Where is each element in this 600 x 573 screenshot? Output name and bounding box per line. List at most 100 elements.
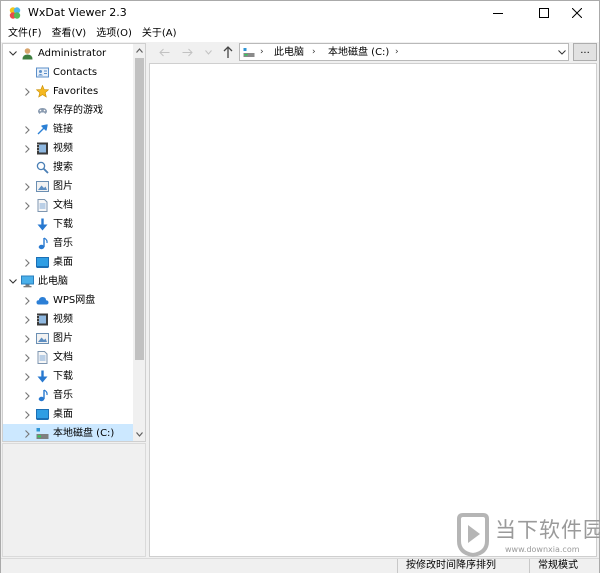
address-bar[interactable]: › 此电脑 › 本地磁盘 (C:) › [239, 43, 569, 61]
menu-about[interactable]: 关于(A) [140, 25, 179, 42]
file-list[interactable] [149, 63, 597, 557]
breadcrumb-local-disk[interactable]: 本地磁盘 (C:) [328, 46, 389, 59]
tree-item-label: 下载 [53, 219, 73, 230]
minimize-button[interactable] [476, 1, 520, 25]
tree-item[interactable]: Contacts [3, 63, 133, 82]
tree-item[interactable]: 本地磁盘 (C:) [3, 424, 133, 441]
back-button[interactable] [156, 44, 172, 60]
tree-item-label: 保存的游戏 [53, 105, 103, 116]
tree-item-label: 图片 [53, 181, 73, 192]
contacts-icon [36, 67, 49, 78]
tree-item[interactable]: Favorites [3, 82, 133, 101]
chevron-right-icon[interactable] [23, 410, 32, 419]
watermark-url: www.downxia.com [505, 545, 580, 554]
close-button[interactable] [555, 1, 599, 25]
tree-item[interactable]: 保存的游戏 [3, 101, 133, 120]
chevron-right-icon[interactable] [23, 125, 32, 134]
chevron-right-icon[interactable] [23, 258, 32, 267]
tree-item[interactable]: 此电脑 [3, 272, 133, 291]
tree-item-label: 链接 [53, 124, 73, 135]
scroll-down-button[interactable] [133, 428, 145, 441]
menu-view[interactable]: 查看(V) [50, 25, 89, 42]
chevron-down-icon [136, 432, 143, 437]
tree-scrollbar[interactable] [133, 44, 145, 441]
tree-item[interactable]: 图片 [3, 177, 133, 196]
chevron-right-icon[interactable] [23, 144, 32, 153]
scroll-thumb[interactable] [135, 58, 144, 360]
chevron-right-icon[interactable] [23, 353, 32, 362]
tree-item[interactable]: WPS网盘 [3, 291, 133, 310]
tree-item[interactable]: 文档 [3, 348, 133, 367]
recent-locations-button[interactable] [200, 44, 216, 60]
tree-item-label: 图片 [53, 333, 73, 344]
tree-item[interactable]: 桌面 [3, 253, 133, 272]
tree-item[interactable]: 音乐 [3, 386, 133, 405]
up-button[interactable] [220, 44, 236, 60]
tree-item-label: 文档 [53, 200, 73, 211]
desktop-icon [36, 257, 49, 268]
arrow-right-icon [182, 48, 193, 56]
watermark-logo-icon [457, 513, 489, 557]
chevron-right-icon[interactable] [23, 182, 32, 191]
desktop-icon [36, 409, 49, 420]
tree-item-label: Favorites [53, 86, 99, 97]
breadcrumb-this-pc[interactable]: 此电脑 [274, 46, 304, 59]
tree-item-label: 视频 [53, 143, 73, 154]
saved-games-icon [38, 108, 47, 114]
chevron-right-icon[interactable] [23, 429, 32, 438]
tree-item-label: 桌面 [53, 409, 73, 420]
window-title: WxDat Viewer 2.3 [28, 6, 127, 19]
tree-item[interactable]: 链接 [3, 120, 133, 139]
folder-tree[interactable]: Administrator Contacts Favorites 保存的游戏 链接 视频搜… [2, 43, 146, 442]
address-dropdown-button[interactable] [556, 46, 568, 59]
tree-item[interactable]: 搜索 [3, 158, 133, 177]
tree-item[interactable]: 图片 [3, 329, 133, 348]
tree-item[interactable]: Administrator [3, 44, 133, 63]
chevron-right-icon[interactable] [23, 87, 32, 96]
chevron-right-icon[interactable] [23, 315, 32, 324]
arrow-up-icon [223, 46, 233, 58]
drive-icon [36, 428, 49, 439]
video-icon [37, 142, 48, 155]
tree-item-label: WPS网盘 [53, 295, 96, 306]
app-logo-icon [9, 7, 21, 19]
info-pane [2, 443, 146, 557]
music-icon [38, 237, 48, 250]
breadcrumb-separator[interactable]: › [312, 46, 316, 59]
pictures-icon [36, 333, 49, 344]
scroll-up-button[interactable] [133, 44, 145, 57]
tree-item[interactable]: 视频 [3, 139, 133, 158]
tree-item-label: 搜索 [53, 162, 73, 173]
chevron-right-icon[interactable] [23, 334, 32, 343]
menu-file[interactable]: 文件(F) [6, 25, 44, 42]
chevron-right-icon[interactable] [23, 201, 32, 210]
tree-item[interactable]: 音乐 [3, 234, 133, 253]
menu-options[interactable]: 选项(O) [94, 25, 134, 42]
video-icon [37, 313, 48, 326]
forward-button[interactable] [179, 44, 195, 60]
status-mode: 常规模式 [529, 559, 599, 573]
chevron-down-icon[interactable] [8, 49, 17, 58]
chevron-right-icon[interactable] [23, 296, 32, 305]
breadcrumb-separator[interactable]: › [395, 46, 399, 59]
download-icon [37, 218, 48, 231]
chevron-down-icon[interactable] [8, 277, 17, 286]
browse-button[interactable]: ... [573, 43, 597, 61]
star-icon [36, 85, 49, 98]
chevron-right-icon[interactable] [23, 391, 32, 400]
tree-item-label: 桌面 [53, 257, 73, 268]
watermark-text: 当下软件园 [495, 518, 600, 542]
tree-item[interactable]: 下载 [3, 215, 133, 234]
music-icon [38, 389, 48, 402]
minimize-icon [493, 13, 503, 14]
breadcrumb-separator[interactable]: › [260, 46, 264, 59]
tree-item[interactable]: 桌面 [3, 405, 133, 424]
chevron-right-icon[interactable] [23, 372, 32, 381]
user-icon [22, 48, 33, 60]
tree-item[interactable]: 视频 [3, 310, 133, 329]
download-icon [37, 370, 48, 383]
tree-item[interactable]: 文档 [3, 196, 133, 215]
documents-icon [37, 199, 48, 212]
tree-item[interactable]: 下载 [3, 367, 133, 386]
title-bar[interactable]: WxDat Viewer 2.3 [1, 1, 599, 25]
